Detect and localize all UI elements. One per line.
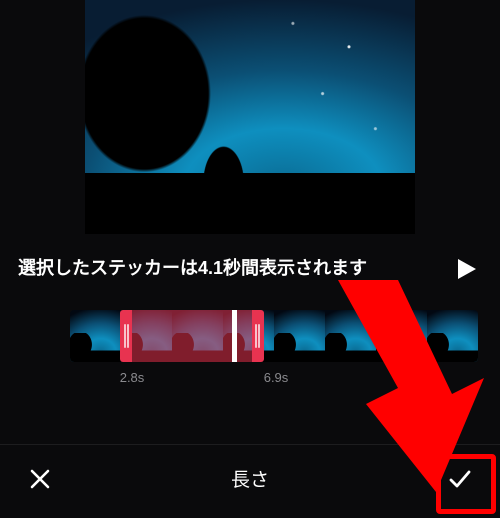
timeline-thumb xyxy=(376,310,427,362)
status-row: 選択したステッカーは4.1秒間表示されます xyxy=(0,234,500,292)
check-icon xyxy=(447,466,473,492)
video-preview xyxy=(85,0,415,234)
play-icon xyxy=(456,257,478,281)
timeline-thumb xyxy=(274,310,325,362)
playhead[interactable] xyxy=(232,310,237,362)
sticker-duration-status: 選択したステッカーは4.1秒間表示されます xyxy=(18,256,367,281)
timeline-thumb xyxy=(70,310,121,362)
timeline-thumb xyxy=(325,310,376,362)
selection-start-time: 2.8s xyxy=(120,370,145,385)
timeline-thumb xyxy=(427,310,478,362)
confirm-button[interactable] xyxy=(438,457,482,501)
panel-title: 長さ xyxy=(231,465,269,492)
selection-range[interactable] xyxy=(120,310,264,362)
selection-end-time: 6.9s xyxy=(264,370,289,385)
cancel-button[interactable] xyxy=(18,457,62,501)
close-icon xyxy=(28,467,52,491)
timeline-thumbnails xyxy=(70,310,478,362)
bottom-bar: 長さ xyxy=(0,444,500,518)
timeline[interactable]: 2.8s 6.9s xyxy=(0,292,500,412)
play-button[interactable] xyxy=(454,256,480,282)
